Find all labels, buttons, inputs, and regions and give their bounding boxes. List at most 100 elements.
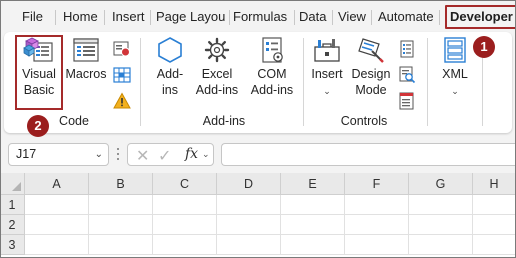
- chevron-down-icon[interactable]: ⌄: [95, 144, 103, 165]
- cell[interactable]: [473, 215, 516, 235]
- chevron-down-icon[interactable]: ⌄: [202, 149, 210, 160]
- view-code-icon[interactable]: [398, 66, 416, 84]
- tab-home[interactable]: Home: [63, 4, 98, 30]
- column-header[interactable]: H: [473, 173, 516, 195]
- tab-divider: [294, 10, 295, 25]
- cell[interactable]: [345, 195, 409, 215]
- select-all-button[interactable]: [0, 173, 25, 195]
- column-header[interactable]: B: [89, 173, 153, 195]
- com-add-ins-icon: [262, 37, 283, 63]
- tab-page-layout[interactable]: Page Layou: [156, 4, 225, 30]
- tab-data[interactable]: Data: [299, 4, 326, 30]
- formula-bar: J17 ⌄ ✕ ✓ fx ⌄: [0, 143, 516, 167]
- group-label-add-ins: Add-ins: [202, 114, 246, 128]
- cell[interactable]: [153, 215, 217, 235]
- tab-divider: [371, 10, 372, 25]
- run-dialog-icon[interactable]: [398, 92, 416, 110]
- visual-basic-icon: [23, 37, 53, 62]
- tab-view[interactable]: View: [338, 4, 366, 30]
- cell[interactable]: [89, 235, 153, 255]
- column-header[interactable]: C: [153, 173, 217, 195]
- formula-controls: ✕ ✓ fx ⌄: [127, 143, 214, 166]
- tab-divider: [55, 10, 56, 25]
- formula-bar-grip[interactable]: [117, 148, 120, 162]
- design-mode-icon: [358, 38, 384, 63]
- callout-step-1: 1: [473, 36, 495, 58]
- macros-label: Macros: [65, 67, 107, 81]
- cell[interactable]: [153, 235, 217, 255]
- formula-input[interactable]: [221, 143, 516, 166]
- visual-basic-button[interactable]: Visual Basic: [17, 36, 61, 98]
- tab-automate[interactable]: Automate: [378, 4, 434, 30]
- tab-divider: [150, 10, 151, 25]
- name-box[interactable]: J17 ⌄: [8, 143, 109, 166]
- record-macro-icon[interactable]: [113, 40, 131, 58]
- cell[interactable]: [281, 195, 345, 215]
- tab-formulas[interactable]: Formulas: [233, 4, 287, 30]
- relative-references-icon[interactable]: [113, 66, 131, 84]
- cancel-icon[interactable]: ✕: [136, 146, 149, 166]
- cell[interactable]: [345, 235, 409, 255]
- properties-icon[interactable]: [398, 40, 416, 58]
- xml-label: XML: [442, 67, 468, 81]
- macro-security-icon[interactable]: [113, 92, 131, 110]
- row-header[interactable]: 2: [0, 215, 25, 235]
- cell[interactable]: [281, 215, 345, 235]
- column-header[interactable]: G: [409, 173, 473, 195]
- column-header[interactable]: A: [25, 173, 89, 195]
- group-divider: [427, 38, 428, 126]
- design-mode-button[interactable]: Design Mode: [349, 36, 393, 98]
- ribbon-panel: Visual Basic 2 Macros Code Add-ins Excel…: [4, 32, 512, 137]
- com-add-ins-button[interactable]: COM Add-ins: [245, 36, 299, 98]
- design-mode-label: Design Mode: [351, 67, 391, 97]
- column-header[interactable]: E: [281, 173, 345, 195]
- row-header[interactable]: 1: [0, 195, 25, 215]
- insert-function-button[interactable]: fx: [185, 146, 198, 162]
- cell[interactable]: [345, 215, 409, 235]
- cell[interactable]: [89, 195, 153, 215]
- tab-divider: [104, 10, 105, 25]
- add-ins-label: Add-ins: [156, 67, 184, 97]
- insert-control-button[interactable]: Insert ⌄: [309, 36, 345, 99]
- tab-developer[interactable]: Developer: [445, 5, 516, 29]
- cell[interactable]: [409, 235, 473, 255]
- xml-source-icon: [444, 37, 466, 63]
- cell[interactable]: [25, 195, 89, 215]
- cell[interactable]: [217, 195, 281, 215]
- name-box-value: J17: [16, 147, 37, 161]
- hexagon-icon: [158, 37, 182, 63]
- insert-control-label: Insert: [311, 67, 343, 81]
- column-header[interactable]: D: [217, 173, 281, 195]
- cell[interactable]: [217, 235, 281, 255]
- tab-file[interactable]: File: [22, 4, 43, 30]
- cell[interactable]: [473, 195, 516, 215]
- tab-divider: [332, 10, 333, 25]
- cell[interactable]: [217, 215, 281, 235]
- cell[interactable]: [25, 235, 89, 255]
- visual-basic-label: Visual Basic: [22, 67, 56, 97]
- cell[interactable]: [25, 215, 89, 235]
- toolbox-icon: [314, 39, 340, 62]
- group-divider: [303, 38, 304, 126]
- cell[interactable]: [473, 235, 516, 255]
- callout-step-2: 2: [27, 115, 49, 137]
- cell[interactable]: [89, 215, 153, 235]
- macros-button[interactable]: Macros: [64, 36, 108, 82]
- cell[interactable]: [409, 215, 473, 235]
- cell[interactable]: [153, 195, 217, 215]
- add-ins-button[interactable]: Add-ins: [150, 36, 190, 98]
- enter-check-icon[interactable]: ✓: [158, 146, 171, 166]
- xml-button[interactable]: XML ⌄: [434, 36, 476, 99]
- excel-add-ins-button[interactable]: Excel Add-ins: [193, 36, 241, 98]
- group-divider: [140, 38, 141, 126]
- tab-insert[interactable]: Insert: [112, 4, 145, 30]
- cell[interactable]: [409, 195, 473, 215]
- macros-icon: [73, 38, 99, 62]
- com-add-ins-label: COM Add-ins: [250, 67, 294, 97]
- row-header[interactable]: 3: [0, 235, 25, 255]
- cell[interactable]: [281, 235, 345, 255]
- excel-add-ins-label: Excel Add-ins: [195, 67, 239, 97]
- column-header[interactable]: F: [345, 173, 409, 195]
- group-label-code: Code: [59, 114, 89, 128]
- tab-divider: [439, 10, 440, 25]
